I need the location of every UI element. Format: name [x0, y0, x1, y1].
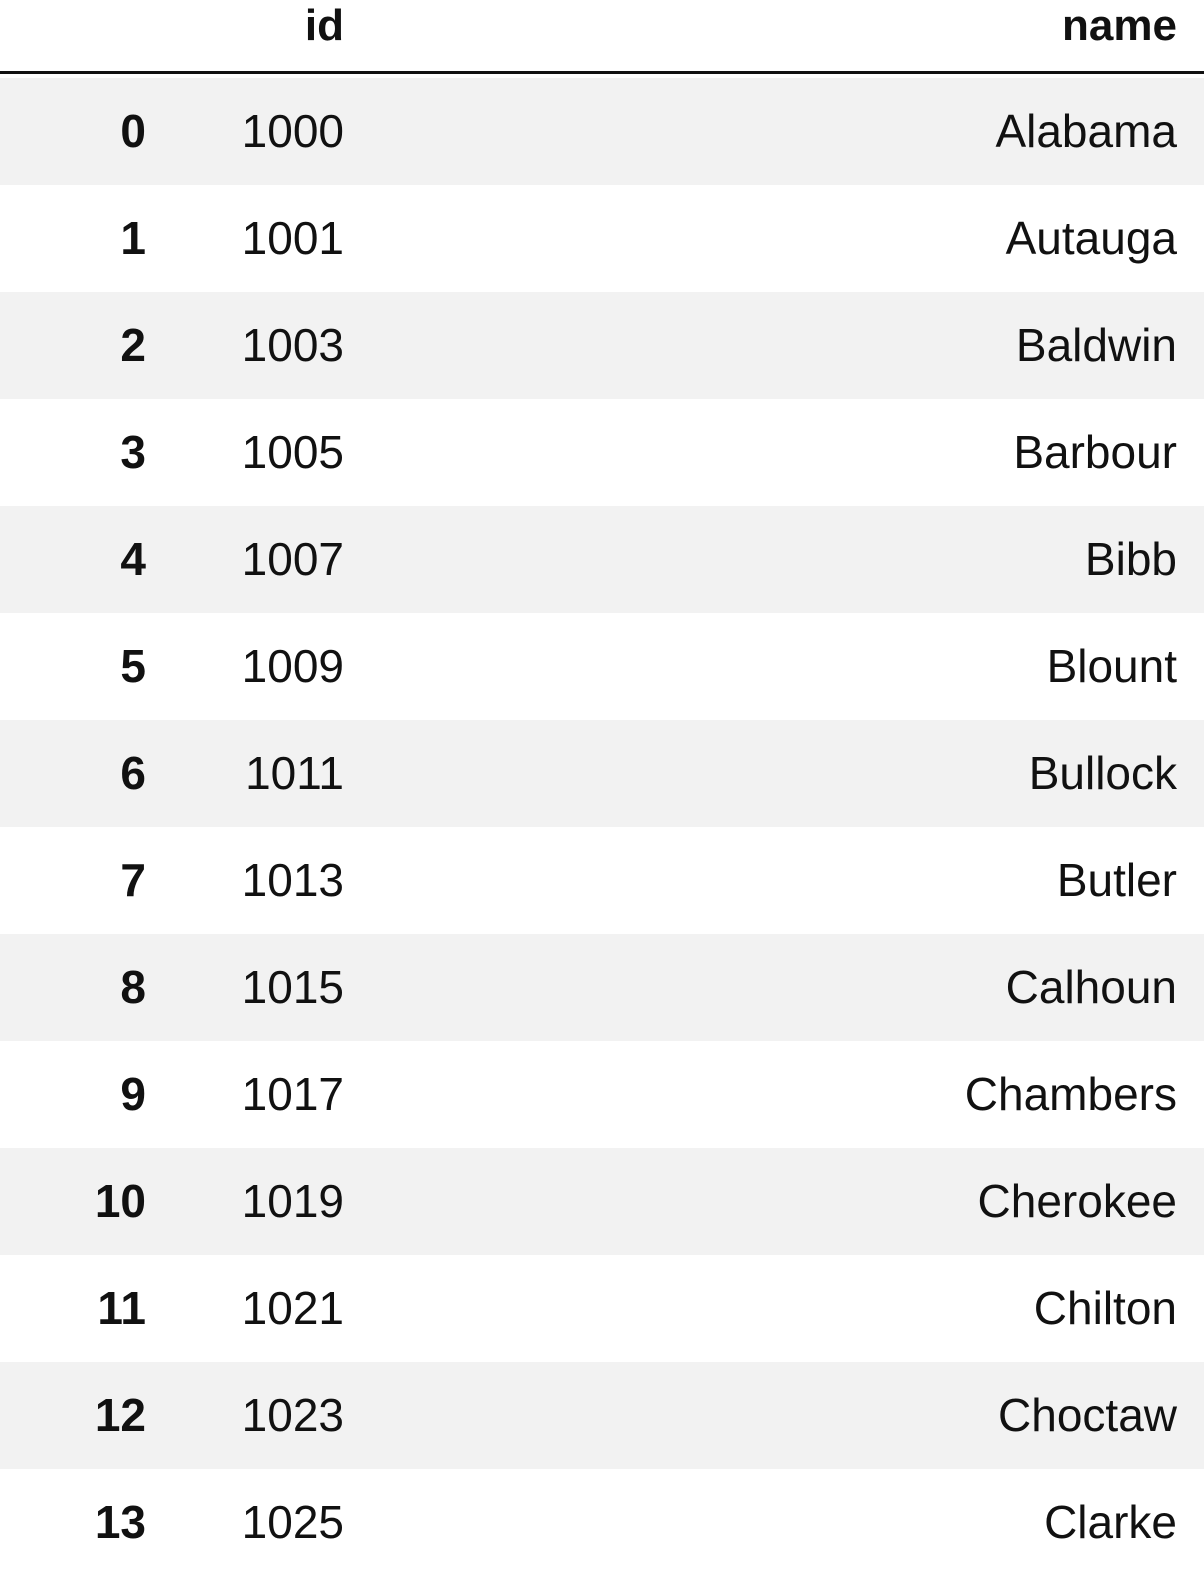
row-id: 1025 [241, 1496, 344, 1548]
row-id: 1023 [241, 1389, 344, 1441]
table-row: 4 1007 Bibb [0, 506, 1204, 613]
row-index: 10 [94, 1175, 146, 1227]
table-row: 1 1001 Autauga [0, 185, 1204, 292]
table-row: 8 1015 Calhoun [0, 934, 1204, 1041]
row-index: 6 [120, 747, 146, 799]
row-name: Alabama [995, 105, 1177, 157]
row-id: 1000 [241, 105, 344, 157]
header-id: id [304, 1, 344, 50]
table-row: 11 1021 Chilton [0, 1255, 1204, 1362]
table-row: 12 1023 Choctaw [0, 1362, 1204, 1469]
row-index: 2 [120, 319, 146, 371]
row-name: Bullock [1028, 747, 1177, 799]
table-row: 5 1009 Blount [0, 613, 1204, 720]
row-index: 11 [97, 1282, 146, 1334]
table-row: 13 1025 Clarke [0, 1469, 1204, 1548]
table-row: 7 1013 Butler [0, 827, 1204, 934]
header-name: name [1062, 1, 1177, 50]
row-name: Baldwin [1015, 319, 1177, 371]
table-row: 2 1003 Baldwin [0, 292, 1204, 399]
row-index: 9 [120, 1068, 146, 1120]
row-name: Clarke [1044, 1496, 1177, 1548]
row-id: 1017 [241, 1068, 344, 1120]
row-id: 1007 [241, 533, 344, 585]
row-index: 3 [120, 426, 146, 478]
row-name: Blount [1046, 640, 1177, 692]
header-index [0, 0, 146, 70]
dataframe-table: id name 0 1000 Alabama 1 1001 Autauga 2 … [0, 0, 1204, 1548]
row-id: 1011 [245, 747, 344, 799]
row-id: 1015 [241, 961, 344, 1013]
row-index: 7 [120, 854, 146, 906]
row-id: 1009 [241, 640, 344, 692]
row-index: 4 [120, 533, 146, 585]
row-name: Cherokee [977, 1175, 1177, 1227]
row-index: 1 [120, 212, 146, 264]
row-name: Choctaw [998, 1389, 1177, 1441]
row-index: 12 [94, 1389, 146, 1441]
row-index: 8 [120, 961, 146, 1013]
row-name: Autauga [1005, 212, 1177, 264]
row-id: 1021 [241, 1282, 344, 1334]
table-row: 0 1000 Alabama [0, 78, 1204, 185]
row-index: 5 [120, 640, 146, 692]
row-name: Chilton [1033, 1282, 1177, 1334]
row-name: Bibb [1084, 533, 1177, 585]
table-row: 10 1019 Cherokee [0, 1148, 1204, 1255]
table-header: id name [0, 0, 1204, 74]
row-id: 1013 [241, 854, 344, 906]
row-name: Butler [1056, 854, 1177, 906]
table-row: 3 1005 Barbour [0, 399, 1204, 506]
row-id: 1019 [241, 1175, 344, 1227]
table-row: 9 1017 Chambers [0, 1041, 1204, 1148]
row-name: Calhoun [1005, 961, 1177, 1013]
row-id: 1003 [241, 319, 344, 371]
table-row: 6 1011 Bullock [0, 720, 1204, 827]
row-name: Barbour [1013, 426, 1177, 478]
row-index: 13 [94, 1496, 146, 1548]
row-id: 1001 [241, 212, 344, 264]
row-name: Chambers [964, 1068, 1177, 1120]
row-id: 1005 [241, 426, 344, 478]
row-index: 0 [120, 105, 146, 157]
